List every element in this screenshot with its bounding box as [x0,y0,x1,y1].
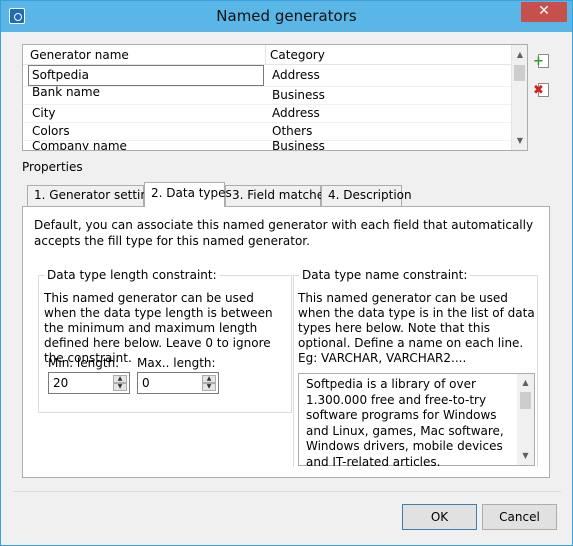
grid-header: Generator name Category [23,45,513,65]
length-constraint-title: Data type length constraint: [44,268,220,282]
cell-category: Address [272,68,320,82]
table-row[interactable]: City Address [23,105,513,123]
name-constraint-title: Data type name constraint: [299,268,471,282]
tab-data-types[interactable]: 2. Data types [144,182,232,207]
scroll-down-icon[interactable]: ▼ [512,133,528,149]
cell-category: Business [272,139,325,150]
title-bar[interactable]: Named generators ✕ [1,1,572,32]
scroll-thumb[interactable] [514,65,525,81]
cell-generator-name: Bank name [32,85,100,99]
memo-scrollbar[interactable]: ▲ ▼ [517,374,534,465]
min-length-stepper[interactable]: 20 ▲ ▼ [48,372,130,394]
increment-icon[interactable]: ▲ [113,375,127,383]
cancel-button[interactable]: Cancel [482,504,557,530]
decrement-icon[interactable]: ▼ [202,383,216,391]
min-length-value: 20 [53,376,69,390]
generators-grid[interactable]: Generator name Category Address Softpedi… [22,44,528,151]
increment-icon[interactable]: ▲ [202,375,216,383]
add-page-icon: + [533,54,544,69]
named-generators-window: Named generators ✕ Generator name Catego… [0,0,573,546]
delete-generator-button[interactable]: ✖ [533,82,552,100]
stepper-buttons: ▲ ▼ [113,375,127,391]
panel-description: Default, you can associate this named ge… [34,218,534,248]
cell-category: Address [272,106,320,120]
table-row[interactable]: Company name Business [23,139,513,150]
close-button[interactable]: ✕ [521,2,567,22]
generator-name-edit-input[interactable]: Softpedia [28,65,264,86]
properties-label: Properties [22,160,83,174]
length-constraint-group: Data type length constraint: This named … [38,268,292,413]
cell-generator-name: Company name [32,139,127,150]
column-header-generator-name[interactable]: Generator name [30,48,129,62]
length-constraint-text: This named generator can be used when th… [44,291,273,365]
cell-category: Others [272,124,313,138]
window-title: Named generators [216,7,357,25]
scroll-up-icon[interactable]: ▲ [517,375,534,391]
data-types-panel: Default, you can associate this named ge… [22,206,550,478]
edit-value: Softpedia [32,68,89,82]
footer-divider [13,491,561,492]
data-type-names-textarea[interactable]: Softpedia is a library of over 1.300.000… [298,373,535,469]
close-icon: ✕ [538,3,550,19]
name-constraint-text: This named generator can be used when th… [298,291,535,365]
cell-category: Business [272,88,325,102]
table-row[interactable]: Bank name Business [23,85,513,105]
ok-button[interactable]: OK [402,504,477,530]
tab-generator-settings[interactable]: 1. Generator settings [27,185,162,206]
add-generator-button[interactable]: + [533,53,552,71]
scroll-up-icon[interactable]: ▲ [512,47,528,63]
grid-scrollbar[interactable]: ▲ ▼ [511,45,527,150]
scroll-thumb[interactable] [520,392,531,409]
delete-page-icon: ✖ [533,83,544,98]
max-length-stepper[interactable]: 0 ▲ ▼ [137,372,219,394]
column-separator[interactable] [265,45,266,65]
cell-generator-name: Colors [32,124,70,138]
min-length-label: Min. length: [48,356,120,370]
max-length-value: 0 [142,376,150,390]
memo-text: Softpedia is a library of over 1.300.000… [306,377,504,469]
tab-field-matches[interactable]: 3. Field matches [225,185,330,206]
cell-generator-name: City [32,106,56,120]
decrement-icon[interactable]: ▼ [113,383,127,391]
tab-description[interactable]: 4. Description [321,185,412,206]
max-length-label: Max.. length: [137,356,216,370]
column-header-category[interactable]: Category [270,48,325,62]
stepper-buttons: ▲ ▼ [202,375,216,391]
scroll-down-icon[interactable]: ▼ [517,448,534,464]
